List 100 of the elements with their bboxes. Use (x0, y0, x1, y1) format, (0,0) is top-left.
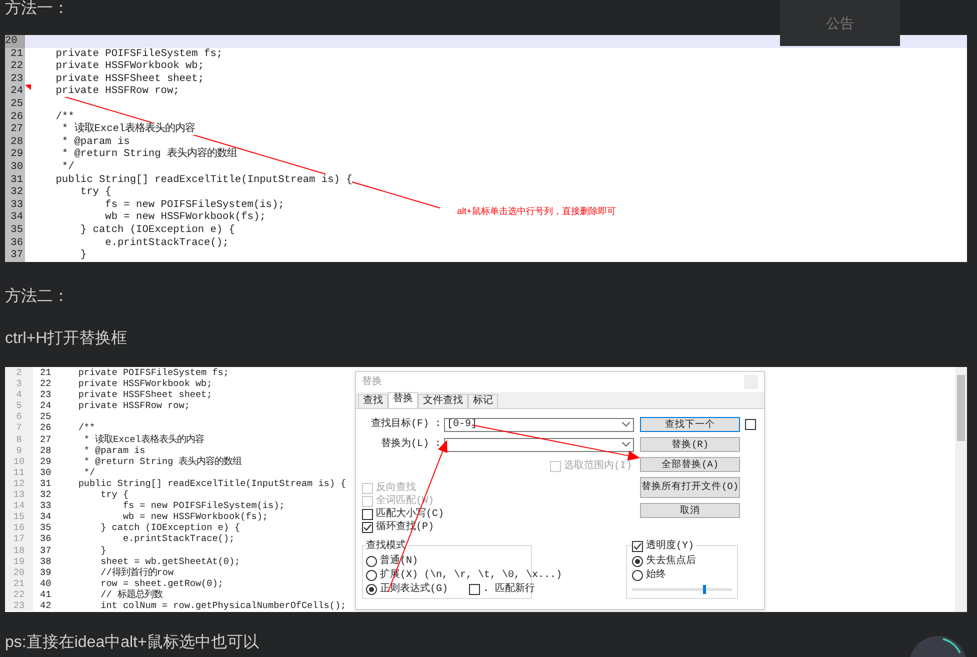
field-label: 替换为(L) : (380, 436, 442, 452)
radio-button[interactable] (632, 556, 643, 566)
line-number: 8 (5, 434, 33, 445)
option-label: 反向查找 (376, 481, 416, 495)
radio-button[interactable] (366, 556, 377, 566)
progress-ring-icon[interactable] (908, 635, 968, 657)
line-number: 33 (5, 198, 25, 212)
code-line: * @return String 表头内容的数组 (82, 456, 242, 467)
line-number: 23 (39, 389, 52, 400)
line-number: 22 (5, 60, 25, 73)
line-number: 33 (39, 500, 52, 512)
field-label: 查找目标(F) : (370, 416, 442, 432)
notice-label: 公告 (826, 14, 854, 32)
option-label: 失去焦点后 (646, 554, 696, 568)
line-number: 22 (5, 588, 33, 600)
line-number: 25 (39, 411, 52, 422)
code-line: /** (77, 422, 96, 434)
line-number: 19 (5, 556, 33, 567)
line-number: 21 (39, 367, 52, 378)
line-number: 41 (39, 588, 52, 600)
line-number: 20 (5, 566, 33, 578)
checkbox[interactable] (362, 522, 373, 533)
option-label: 始终 (646, 568, 666, 582)
line-number: 37 (39, 544, 52, 556)
code-line: * 读取Excel表格表头的内容 (82, 434, 204, 445)
line-number: 26 (39, 422, 52, 434)
line-number: 35 (5, 224, 25, 236)
code-line: row = sheet.getRow(0); (100, 578, 224, 589)
chevron-down-icon (622, 422, 630, 427)
code-line: } catch (IOException e) { (100, 522, 240, 534)
tab[interactable]: 标记 (468, 394, 498, 408)
line-number: 37 (5, 249, 25, 262)
line-number: 34 (5, 211, 25, 224)
line-number: 38 (39, 556, 52, 567)
checkbox[interactable] (469, 584, 480, 594)
line-number: 34 (39, 511, 52, 522)
tab[interactable]: 文件查找 (418, 394, 468, 408)
code-line: */ (82, 466, 96, 478)
line-number: 42 (39, 600, 52, 612)
line-number: 32 (39, 489, 52, 500)
line-number: 5 (5, 400, 33, 412)
option-label: 选取范围内(I) (564, 458, 632, 474)
code-line: try { (100, 489, 129, 500)
footer-note: ps:直接在idea中alt+鼠标选中也可以 (5, 634, 259, 652)
line-number: 20 (5, 35, 25, 48)
line-number: 18 (5, 544, 33, 556)
code-line: private POIFSFileSystem fs; (77, 367, 229, 378)
code-line: private HSSFWorkbook wb; (77, 378, 212, 390)
dialog-button[interactable]: 全部替换(A) (640, 457, 740, 472)
slider-thumb[interactable] (703, 585, 706, 594)
dialog-button[interactable]: 取消 (640, 503, 740, 518)
dialog-button[interactable]: 替换(R) (640, 437, 740, 452)
line-number: 23 (5, 600, 33, 612)
line-number: 3 (5, 378, 33, 390)
dropdown-field[interactable]: [0-9] (444, 418, 634, 432)
chevron-down-icon (622, 442, 630, 447)
line-number: 10 (5, 456, 33, 467)
code-line: // 标题总列数 (100, 588, 162, 600)
code-line: wb = new HSSFWorkbook(fs); (122, 511, 268, 522)
line-number: 16 (5, 522, 33, 534)
line-number: 29 (39, 456, 52, 467)
tab[interactable]: 查找 (358, 394, 388, 408)
option-label: . 匹配新行 (483, 582, 536, 596)
line-number: 23 (5, 72, 25, 86)
line-number: 4 (5, 389, 33, 400)
line-number: 24 (39, 400, 52, 412)
dialog-button[interactable]: 查找下一个 (640, 417, 740, 432)
line-number: 15 (5, 511, 33, 522)
dropdown-field[interactable] (444, 438, 634, 452)
code-line: public String[] readExcelTitle(InputStream is) { (77, 478, 346, 490)
line-number: 17 (5, 533, 33, 544)
checkbox[interactable] (362, 509, 373, 520)
code-line: //得到首行的row (100, 566, 174, 578)
dialog-title: 替换 (362, 374, 382, 390)
radio-button[interactable] (366, 584, 377, 594)
line-number: 32 (5, 186, 25, 199)
line-number: 27 (5, 123, 25, 136)
option-label: 透明度(Y) (646, 539, 694, 554)
line-number: 21 (5, 578, 33, 589)
radio-button[interactable] (366, 570, 377, 580)
line-number: 13 (5, 489, 33, 500)
line-number: 2 (5, 367, 33, 378)
checkbox[interactable] (745, 419, 756, 430)
line-number: 40 (39, 578, 52, 589)
checkbox[interactable] (632, 541, 643, 552)
dialog-button[interactable]: 替换所有打开文件(O) (640, 477, 740, 498)
radio-button[interactable] (632, 570, 643, 580)
line-number: 22 (39, 378, 52, 390)
line-number: 14 (5, 500, 33, 512)
line-number: 24 (5, 85, 25, 98)
code-line: private HSSFSheet sheet; (77, 389, 212, 400)
line-number: 31 (5, 174, 25, 186)
line-number: 9 (5, 444, 33, 456)
tab[interactable]: 替换 (388, 392, 418, 408)
line-number: 11 (5, 466, 33, 478)
section-heading: 方法二： (5, 289, 70, 305)
option-label: 普通(N) (380, 554, 418, 568)
line-number: 39 (39, 566, 52, 578)
line-number: 36 (39, 533, 52, 544)
line-number: 25 (5, 98, 25, 111)
